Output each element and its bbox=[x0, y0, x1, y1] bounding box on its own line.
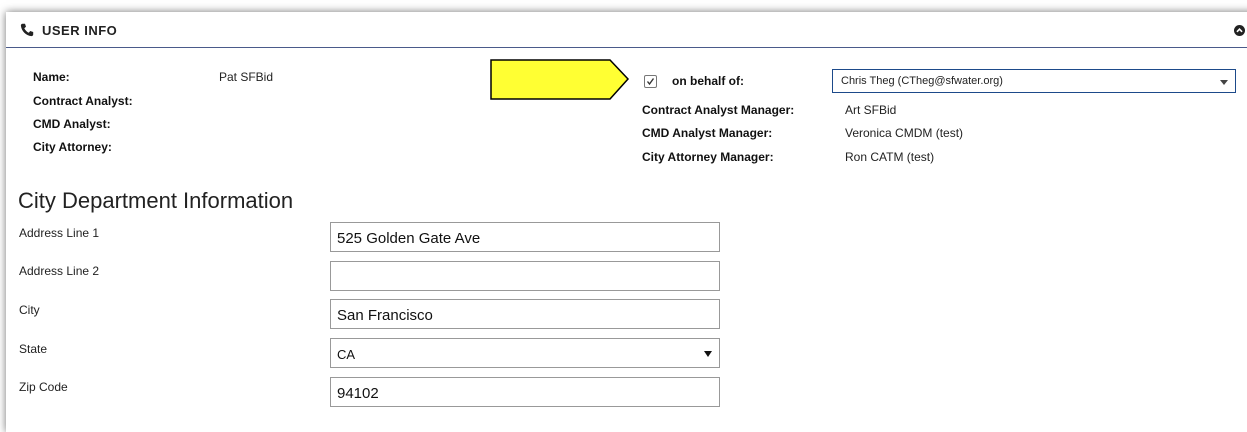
zip-label: Zip Code bbox=[19, 380, 68, 394]
state-label: State bbox=[19, 342, 48, 356]
annotation-arrow bbox=[490, 59, 630, 100]
city-input[interactable]: San Francisco bbox=[330, 299, 720, 329]
cmd-analyst-label: CMD Analyst: bbox=[33, 117, 111, 131]
on-behalf-select[interactable]: Chris Theg (CTheg@sfwater.org) bbox=[832, 69, 1236, 93]
section-title: City Department Information bbox=[18, 188, 294, 213]
address1-input[interactable]: 525 Golden Gate Ave bbox=[330, 222, 720, 252]
chevron-up-circle-icon[interactable] bbox=[1234, 25, 1245, 36]
cmd-analyst-manager-value: Veronica CMDM (test) bbox=[845, 126, 964, 140]
address2-input[interactable] bbox=[330, 261, 720, 291]
zip-value: 94102 bbox=[337, 385, 379, 402]
panel-title: USER INFO bbox=[42, 23, 118, 38]
name-value: Pat SFBid bbox=[219, 70, 274, 84]
caret-down-icon bbox=[1220, 80, 1228, 85]
on-behalf-label: on behalf of: bbox=[672, 74, 744, 88]
address1-label: Address Line 1 bbox=[19, 226, 100, 240]
caret-down-icon bbox=[704, 351, 712, 357]
panel-header[interactable]: USER INFO bbox=[6, 12, 1247, 48]
city-attorney-label: City Attorney: bbox=[33, 140, 112, 154]
user-info-panel: USER INFO Name: Pat SFBid Contract Analy… bbox=[6, 12, 1247, 432]
contract-analyst-manager-label: Contract Analyst Manager: bbox=[642, 103, 795, 117]
name-label: Name: bbox=[33, 70, 70, 84]
on-behalf-selected-value: Chris Theg (CTheg@sfwater.org) bbox=[841, 75, 1003, 87]
zip-input[interactable]: 94102 bbox=[330, 377, 720, 407]
contract-analyst-manager-value: Art SFBid bbox=[845, 103, 897, 117]
cmd-analyst-manager-label: CMD Analyst Manager: bbox=[642, 126, 773, 140]
city-label: City bbox=[19, 303, 40, 317]
address2-label: Address Line 2 bbox=[19, 264, 100, 278]
city-attorney-manager-label: City Attorney Manager: bbox=[642, 150, 774, 164]
phone-icon bbox=[20, 23, 34, 37]
state-value: CA bbox=[337, 347, 356, 362]
on-behalf-checkbox[interactable] bbox=[644, 75, 657, 88]
city-attorney-manager-value: Ron CATM (test) bbox=[845, 150, 935, 164]
address1-value: 525 Golden Gate Ave bbox=[337, 230, 481, 247]
city-value: San Francisco bbox=[337, 307, 433, 324]
contract-analyst-label: Contract Analyst: bbox=[33, 94, 133, 108]
state-select[interactable]: CA bbox=[330, 338, 720, 368]
